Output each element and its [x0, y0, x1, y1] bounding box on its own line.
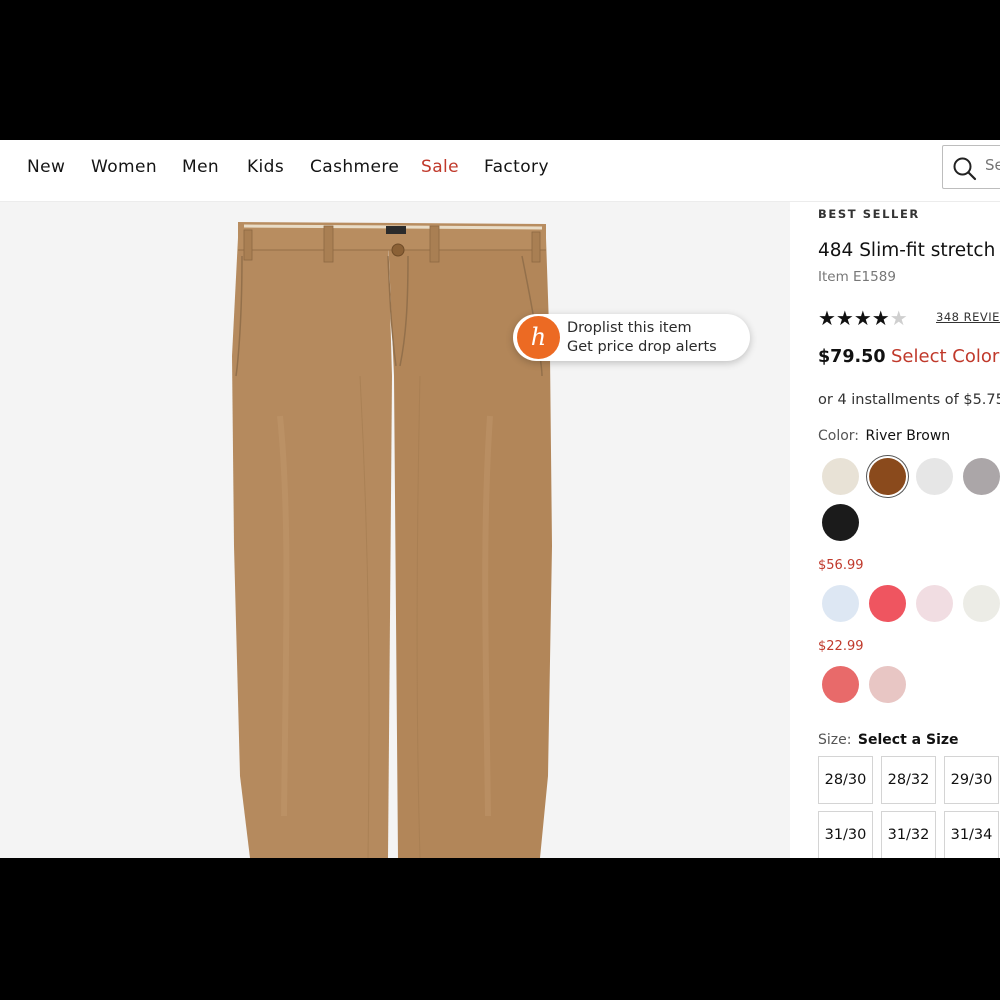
nav-women[interactable]: Women — [91, 157, 157, 177]
color-swatch[interactable] — [822, 585, 859, 622]
nav-men[interactable]: Men — [182, 157, 219, 177]
color-swatch[interactable] — [963, 585, 1000, 622]
color-label: Color: River Brown — [818, 428, 950, 444]
product-price: $79.50 — [818, 347, 886, 367]
nav-sale[interactable]: Sale — [421, 157, 459, 177]
droplist-logo-icon: h — [517, 316, 560, 359]
nav-new[interactable]: New — [27, 157, 65, 177]
size-option[interactable]: 28/32 — [881, 756, 936, 804]
droplist-title: Droplist this item — [567, 320, 692, 336]
top-navigation: New Women Men Kids Cashmere Sale Factory — [0, 140, 1000, 202]
size-option[interactable]: 31/30 — [818, 811, 873, 858]
search-icon — [953, 157, 977, 181]
nav-factory[interactable]: Factory — [484, 157, 549, 177]
size-value: Select a Size — [857, 732, 959, 748]
nav-kids[interactable]: Kids — [247, 157, 284, 177]
star-full-icons: ★★★★ — [818, 306, 890, 330]
product-title: 484 Slim-fit stretch c — [818, 240, 1000, 261]
letterbox-bottom — [0, 858, 1000, 1000]
size-option[interactable]: 28/30 — [818, 756, 873, 804]
best-seller-badge: BEST SELLER — [818, 207, 920, 221]
size-label: Size: Select a Size — [818, 732, 959, 748]
sale-price-tier-1: $56.99 — [818, 558, 864, 573]
color-value: River Brown — [865, 428, 951, 444]
item-number: Item E1589 — [818, 269, 896, 285]
letterbox-top — [0, 0, 1000, 140]
color-swatch-selected[interactable] — [869, 458, 906, 495]
color-swatch[interactable] — [869, 666, 906, 703]
color-swatch[interactable] — [916, 585, 953, 622]
droplist-button[interactable]: h Droplist this item Get price drop aler… — [513, 314, 750, 361]
color-swatch[interactable] — [822, 458, 859, 495]
browser-viewport: New Women Men Kids Cashmere Sale Factory — [0, 140, 1000, 858]
installments-text: or 4 installments of $5.75 — [818, 392, 1000, 408]
product-details-panel: BEST SELLER 484 Slim-fit stretch c Item … — [790, 202, 1000, 858]
sale-price-tier-2: $22.99 — [818, 639, 864, 654]
select-color-prompt: Select Color — [891, 346, 1000, 367]
color-label-text: Color: — [818, 428, 860, 444]
color-swatch[interactable] — [916, 458, 953, 495]
reviews-link[interactable]: 348 REVIEW — [936, 310, 1000, 324]
product-image-area: h Droplist this item Get price drop aler… — [0, 202, 790, 858]
product-image-pants[interactable] — [220, 216, 570, 858]
droplist-subtitle: Get price drop alerts — [567, 339, 717, 355]
search-input[interactable] — [985, 156, 1000, 174]
search-box[interactable] — [942, 145, 1000, 189]
star-empty-icon: ★ — [889, 306, 908, 330]
color-swatch[interactable] — [963, 458, 1000, 495]
color-swatch[interactable] — [869, 585, 906, 622]
rating-stars: ★★★★★ — [818, 306, 908, 330]
size-option[interactable]: 31/32 — [881, 811, 936, 858]
size-option[interactable]: 31/34 — [944, 811, 999, 858]
color-swatch[interactable] — [822, 666, 859, 703]
nav-cashmere[interactable]: Cashmere — [310, 157, 399, 177]
size-label-text: Size: — [818, 732, 852, 748]
color-swatch[interactable] — [822, 504, 859, 541]
size-option[interactable]: 29/30 — [944, 756, 999, 804]
